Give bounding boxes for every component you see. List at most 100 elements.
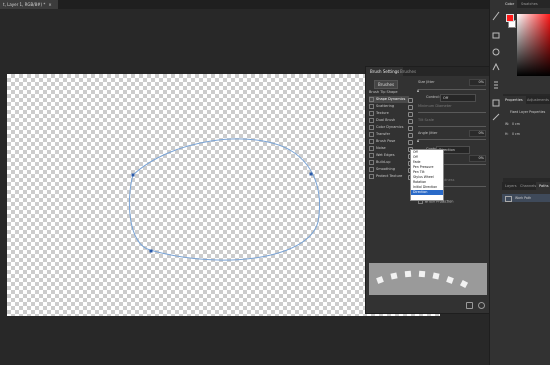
- color-picker-field[interactable]: [517, 14, 550, 76]
- slider-knob[interactable]: [417, 89, 419, 92]
- properties-title: Fixed Layer Properties: [510, 110, 546, 114]
- angle-jitter-value[interactable]: 0%: [469, 130, 486, 137]
- dropdown-option-direction[interactable]: Direction: [411, 190, 443, 195]
- min-diameter-slider[interactable]: [418, 112, 486, 113]
- checkbox[interactable]: [369, 96, 374, 102]
- color-panel-tabs: Color Swatches: [502, 0, 550, 8]
- tab-brushes[interactable]: Brushes: [396, 67, 420, 76]
- lock-icon[interactable]: [408, 126, 413, 131]
- category-label: Scattering: [376, 104, 395, 108]
- width-value[interactable]: 0 cm: [512, 120, 520, 128]
- brush-dab: [459, 279, 469, 289]
- category-label: Dual Brush: [376, 118, 396, 122]
- category-brush-tip-shape[interactable]: Brush Tip Shape: [369, 89, 409, 96]
- category-smoothing[interactable]: Smoothing: [369, 166, 409, 173]
- angle-jitter-label: Angle Jitter: [418, 131, 438, 135]
- category-protect-texture[interactable]: Protect Texture: [369, 173, 409, 180]
- paragraph-icon: [494, 81, 498, 89]
- category-build-up[interactable]: Build-up: [369, 159, 409, 166]
- category-label: Brush Tip Shape: [369, 90, 398, 94]
- category-texture[interactable]: Texture: [369, 110, 409, 117]
- min-diameter-label: Minimum Diameter: [418, 104, 452, 108]
- layers-panel-tabs: Layers Channels Paths: [502, 182, 550, 190]
- history-icon: [492, 48, 500, 56]
- properties-panel-tabs: Properties Adjustments: [502, 96, 550, 104]
- category-brush-pose[interactable]: Brush Pose: [369, 138, 409, 145]
- properties-title-row: Fixed Layer Properties: [502, 108, 550, 116]
- category-transfer[interactable]: Transfer: [369, 131, 409, 138]
- category-label: Brush Pose: [376, 139, 396, 143]
- brush-icon: [492, 11, 500, 21]
- tilt-scale-slider[interactable]: [418, 126, 486, 127]
- character-icon: [492, 62, 500, 71]
- brush-dab: [404, 270, 412, 278]
- tab-paths[interactable]: Paths: [536, 182, 550, 190]
- checkbox[interactable]: [369, 166, 374, 172]
- lock-icon[interactable]: [408, 112, 413, 117]
- checkbox[interactable]: [369, 145, 374, 151]
- height-row: H: 0 cm: [502, 130, 550, 138]
- category-label: Texture: [376, 111, 389, 115]
- create-new-brush-icon[interactable]: [478, 302, 485, 309]
- close-icon[interactable]: ×: [48, 2, 51, 7]
- width-label: W:: [505, 122, 510, 126]
- brush-panel-tabs: Brush Settings Brushes: [366, 67, 490, 76]
- document-tab[interactable]: t, Layer 1, RGB/8#) * ×: [0, 0, 58, 9]
- control-label: Control:: [426, 95, 440, 99]
- brush-dab: [376, 276, 384, 284]
- size-jitter-slider[interactable]: [418, 89, 486, 90]
- category-label: Build-up: [376, 160, 391, 164]
- checkbox[interactable]: [369, 152, 374, 158]
- new-brush-icon[interactable]: [466, 302, 473, 309]
- brush-dab: [390, 272, 398, 280]
- checkbox[interactable]: [369, 159, 374, 165]
- document-tab-title: t, Layer 1, RGB/8#) *: [3, 2, 46, 7]
- height-value[interactable]: 0 cm: [512, 130, 520, 138]
- tab-swatches[interactable]: Swatches: [518, 0, 541, 8]
- swatch-icon: [492, 99, 500, 107]
- category-label: Wet Edges: [376, 153, 395, 157]
- adjust-icon: [492, 113, 500, 121]
- properties-panel: Properties Adjustments Fixed Layer Prope…: [502, 96, 550, 178]
- brush-dab: [446, 276, 454, 284]
- checkbox[interactable]: [369, 103, 374, 109]
- checkbox[interactable]: [369, 173, 374, 179]
- lock-icon[interactable]: [408, 133, 413, 138]
- checkbox[interactable]: [369, 138, 374, 144]
- category-color-dynamics[interactable]: Color Dynamics: [369, 124, 409, 131]
- brushes-button[interactable]: Brushes: [374, 80, 398, 89]
- tab-color[interactable]: Color: [502, 0, 518, 8]
- lock-icon[interactable]: [408, 140, 413, 145]
- category-label: Shape Dynamics: [376, 97, 406, 101]
- path-row-work-path[interactable]: Work Path: [502, 194, 550, 202]
- control-dropdown[interactable]: Off Off Fade Pen Pressure Pen Tilt Stylu…: [410, 149, 444, 201]
- checkbox[interactable]: [369, 117, 374, 123]
- size-jitter-value[interactable]: 0%: [469, 79, 486, 86]
- angle-jitter-slider[interactable]: [418, 139, 486, 140]
- category-label: Color Dynamics: [376, 125, 404, 129]
- path-thumbnail-icon: [505, 196, 512, 202]
- clone-icon: [492, 32, 500, 39]
- lock-icon[interactable]: [408, 98, 413, 103]
- control-select[interactable]: Off: [440, 94, 476, 102]
- lock-icon[interactable]: [408, 119, 413, 124]
- slider-knob[interactable]: [417, 139, 419, 142]
- category-wet-edges[interactable]: Wet Edges: [369, 152, 409, 159]
- foreground-color-swatch[interactable]: [506, 14, 514, 22]
- checkbox[interactable]: [369, 124, 374, 130]
- tab-properties[interactable]: Properties: [502, 96, 526, 104]
- tab-adjustments[interactable]: Adjustments: [524, 96, 550, 104]
- category-scattering[interactable]: Scattering: [369, 103, 409, 110]
- category-dual-brush[interactable]: Dual Brush: [369, 117, 409, 124]
- lock-icon[interactable]: [408, 105, 413, 110]
- brush-stroke-preview: [369, 263, 487, 295]
- size-jitter-label: Size Jitter: [418, 80, 435, 84]
- roundness-value[interactable]: 0%: [469, 155, 486, 162]
- checkbox[interactable]: [369, 131, 374, 137]
- checkbox[interactable]: [369, 110, 374, 116]
- category-noise[interactable]: Noise: [369, 145, 409, 152]
- tilt-scale-label: Tilt Scale: [418, 118, 434, 122]
- category-shape-dynamics[interactable]: Shape Dynamics: [369, 96, 409, 103]
- brush-dab: [418, 270, 426, 278]
- document-tab-bar: t, Layer 1, RGB/8#) * ×: [0, 0, 489, 9]
